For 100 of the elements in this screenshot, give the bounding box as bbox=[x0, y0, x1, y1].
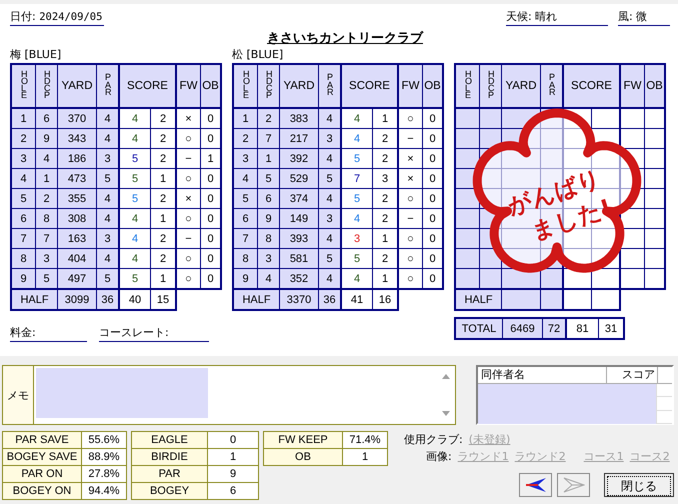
score-cell: 4 bbox=[341, 128, 372, 148]
card-title: 梅 [BLUE] bbox=[10, 48, 62, 61]
score-cell: 4 bbox=[119, 228, 150, 248]
table-cell: 0 bbox=[422, 248, 443, 268]
clubs-link[interactable]: (未登録) bbox=[468, 432, 510, 447]
table-cell: ○ bbox=[398, 248, 422, 268]
table-cell: 5 bbox=[258, 168, 280, 188]
table-cell: 2 bbox=[150, 108, 176, 128]
column-header: HDCP bbox=[258, 64, 280, 108]
table-cell: 4 bbox=[318, 268, 341, 289]
score-cell: 5 bbox=[119, 188, 150, 208]
image-link[interactable]: コース1 bbox=[584, 449, 624, 464]
table-cell: 1 bbox=[150, 268, 176, 289]
table-cell: 0 bbox=[200, 248, 221, 268]
stat-label: FW KEEP bbox=[264, 432, 342, 448]
score-cell: 7 bbox=[341, 168, 372, 188]
wind-text: 風: 微 bbox=[618, 9, 670, 26]
table-cell: ○ bbox=[176, 268, 200, 289]
table-cell: ○ bbox=[398, 268, 422, 289]
table-cell: 1 bbox=[372, 228, 398, 248]
table-cell: 355 bbox=[58, 188, 96, 208]
column-header: OB bbox=[644, 64, 665, 108]
table-cell: 149 bbox=[280, 208, 318, 228]
table-cell: 6 bbox=[11, 208, 36, 228]
score-cell: 3 bbox=[341, 228, 372, 248]
table-cell: 0 bbox=[200, 128, 221, 148]
table-cell: 2 bbox=[233, 128, 258, 148]
back-button[interactable] bbox=[519, 473, 552, 497]
table-cell: − bbox=[398, 208, 422, 228]
table-cell: 392 bbox=[280, 148, 318, 168]
table-cell: 5 bbox=[36, 268, 58, 289]
table-cell: 2 bbox=[36, 188, 58, 208]
table-cell: 1 bbox=[200, 148, 221, 168]
table-cell: 2 bbox=[372, 148, 398, 168]
table-cell: 1 bbox=[36, 168, 58, 188]
back-arrow-icon bbox=[524, 477, 546, 493]
scroll-up-icon[interactable] bbox=[441, 372, 451, 380]
image-link[interactable]: コース2 bbox=[630, 449, 670, 464]
table-cell: 2 bbox=[11, 128, 36, 148]
image-link[interactable]: ラウンド1 bbox=[458, 449, 509, 464]
image-link[interactable]: ラウンド2 bbox=[514, 449, 566, 464]
stat-label: PAR ON bbox=[2, 466, 82, 482]
table-cell: 3 bbox=[11, 148, 36, 168]
table-cell: 4 bbox=[11, 168, 36, 188]
table-cell: 0 bbox=[200, 228, 221, 248]
companion-list[interactable]: 同伴者名 スコア bbox=[476, 365, 674, 425]
total-label: TOTAL bbox=[455, 318, 502, 339]
memo-field[interactable] bbox=[36, 368, 208, 418]
column-header: PAR bbox=[540, 64, 563, 108]
weather-text: 天候: 晴れ bbox=[506, 9, 608, 26]
close-button[interactable]: 閉じる bbox=[604, 473, 674, 497]
stat-value: 1 bbox=[342, 448, 388, 466]
score-cell: 5 bbox=[119, 268, 150, 289]
table-cell: 0 bbox=[200, 188, 221, 208]
table-cell: 1 bbox=[150, 208, 176, 228]
table-cell: 3 bbox=[372, 168, 398, 188]
fee-label: 料金: bbox=[10, 325, 87, 342]
score-cell: 5 bbox=[341, 248, 372, 268]
column-header: HOLE bbox=[11, 64, 36, 108]
table-cell: 2 bbox=[372, 188, 398, 208]
stat-label: OB bbox=[264, 448, 342, 466]
table-cell: ○ bbox=[176, 168, 200, 188]
table-cell: 0 bbox=[200, 208, 221, 228]
table-cell: 6 bbox=[36, 108, 58, 128]
stat-label: BOGEY bbox=[132, 482, 208, 500]
table-cell: 7 bbox=[11, 228, 36, 248]
table-cell: 3370 bbox=[280, 289, 318, 310]
table-cell: 3 bbox=[258, 248, 280, 268]
table-cell: 4 bbox=[233, 168, 258, 188]
table-cell: 308 bbox=[58, 208, 96, 228]
column-header: HDCP bbox=[480, 64, 502, 108]
score-cell: 4 bbox=[341, 108, 372, 128]
table-cell: 8 bbox=[36, 208, 58, 228]
table-cell: 16 bbox=[372, 289, 398, 310]
table-cell: 4 bbox=[96, 128, 119, 148]
table-cell: 352 bbox=[280, 268, 318, 289]
column-header: HOLE bbox=[233, 64, 258, 108]
column-header: PAR bbox=[96, 64, 119, 108]
table-cell: 36 bbox=[318, 289, 341, 310]
table-cell: 3099 bbox=[58, 289, 96, 310]
table-cell: × bbox=[176, 188, 200, 208]
table-cell: 5 bbox=[96, 168, 119, 188]
column-header: OB bbox=[200, 64, 221, 108]
table-cell: 7 bbox=[36, 228, 58, 248]
table-cell: ○ bbox=[176, 208, 200, 228]
stat-label: BOGEY SAVE bbox=[2, 448, 82, 466]
column-header: FW bbox=[398, 64, 422, 108]
table-cell: 3 bbox=[96, 148, 119, 168]
table-cell: − bbox=[176, 148, 200, 168]
table-cell: 41 bbox=[341, 289, 372, 310]
table-cell: 1 bbox=[150, 168, 176, 188]
table-cell: 9 bbox=[258, 208, 280, 228]
table-cell: 9 bbox=[36, 128, 58, 148]
table-cell: ○ bbox=[176, 128, 200, 148]
stat-value: 27.8% bbox=[82, 466, 126, 482]
table-cell: 404 bbox=[58, 248, 96, 268]
table-cell: 4 bbox=[318, 148, 341, 168]
score-cell: 4 bbox=[119, 108, 150, 128]
scroll-down-icon[interactable] bbox=[441, 410, 451, 418]
table-cell: 3 bbox=[318, 128, 341, 148]
